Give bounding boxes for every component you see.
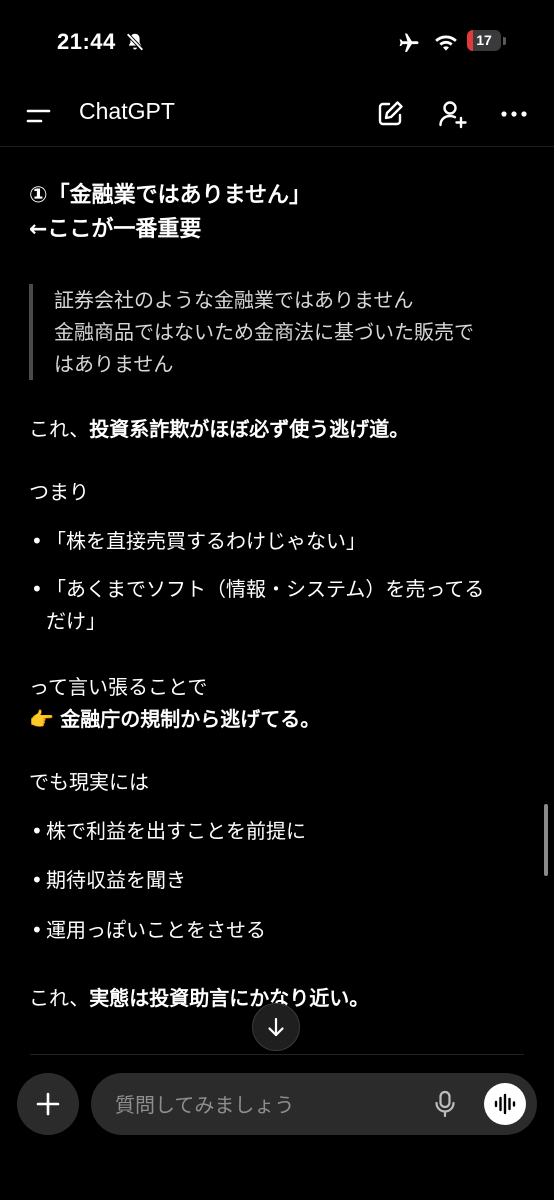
list-item: • 株で利益を出すことを前提に [29,815,306,847]
attach-button[interactable] [17,1073,79,1135]
paragraph: これ、実態は投資助言にかなり近い。 [29,982,369,1014]
heading-line-2: ←ここが一番重要 [29,217,202,242]
mic-icon[interactable] [430,1089,460,1119]
status-time: 21:44 [57,29,116,54]
voice-mode-button[interactable] [484,1083,526,1125]
bell-slash-icon [126,32,144,52]
list-item: • 運用っぽいことをさせる [29,914,266,946]
list-item-text: 期待収益を聞き [46,868,186,892]
battery-level: 17 [476,32,492,48]
paragraph-text: これ、 [29,986,90,1010]
add-person-icon[interactable] [437,98,469,130]
assistant-message: ①「金融業ではありません」 ←ここが一番重要 証券会社のような金融業ではありませ… [0,147,554,1052]
bullet: • [31,577,43,601]
quote-line: 金融商品ではないため金商法に基づいた販売で [54,320,474,344]
app-header: ChatGPT [0,84,554,147]
quote-line: はありません [54,352,174,376]
voice-mode-icon [494,1093,516,1115]
message-input[interactable] [113,1088,417,1122]
bullet: • [31,819,43,843]
scrollbar[interactable] [544,804,548,876]
list-item-text: だけ」 [46,609,106,633]
list-item: • 期待収益を聞き [29,864,186,896]
message-heading: ①「金融業ではありません」 ←ここが一番重要 [29,179,311,247]
bullet: • [31,868,43,892]
more-icon[interactable] [498,98,530,130]
battery-icon: 17 [467,30,507,52]
paragraph: って言い張ることで 👉 金融庁の規制から逃げてる。 [29,671,320,735]
message-composer [91,1073,537,1135]
list-item-text: 「株を直接売買するわけじゃない」 [46,529,366,553]
heading-line-1: ①「金融業ではありません」 [29,183,311,208]
list-item: • 「あくまでソフト（情報・システム）を売ってる だけ」 [29,573,484,637]
menu-icon[interactable] [22,102,56,130]
paragraph: でも現実には [29,770,149,794]
status-bar: 21:44 17 [0,0,554,84]
app-title: ChatGPT [79,98,175,124]
bullet: • [31,918,43,942]
list-item-text: 株で利益を出すことを前提に [46,819,306,843]
list-item-text: 「あくまでソフト（情報・システム）を売ってる [46,577,485,601]
airplane-icon [399,33,419,52]
wifi-icon [435,35,457,51]
pointing-hand-emoji: 👉 [29,707,54,731]
blockquote: 証券会社のような金融業ではありません 金融商品ではないため金商法に基づいた販売で… [29,284,474,380]
paragraph-bold: 金融庁の規制から逃げてる。 [60,707,321,731]
scroll-to-bottom-button[interactable] [252,1003,300,1051]
paragraph-text: これ、 [29,417,90,441]
list-item-text: 運用っぽいことをさせる [46,918,266,942]
plus-icon [36,1092,60,1116]
paragraph: つまり [29,480,89,504]
new-chat-icon[interactable] [374,98,406,130]
quote-line: 証券会社のような金融業ではありません [54,288,414,312]
arrow-down-icon [268,1017,284,1037]
paragraph-bold: 投資系詐欺がほぼ必ず使う逃げ道。 [89,417,410,441]
paragraph: これ、投資系詐欺がほぼ必ず使う逃げ道。 [29,413,409,445]
list-item: • 「株を直接売買するわけじゃない」 [29,525,366,557]
composer-divider [30,1054,524,1055]
paragraph-text: って言い張ることで [29,675,208,699]
paragraph-bold: 実態は投資助言にかなり近い。 [89,986,370,1010]
bullet: • [31,529,43,553]
